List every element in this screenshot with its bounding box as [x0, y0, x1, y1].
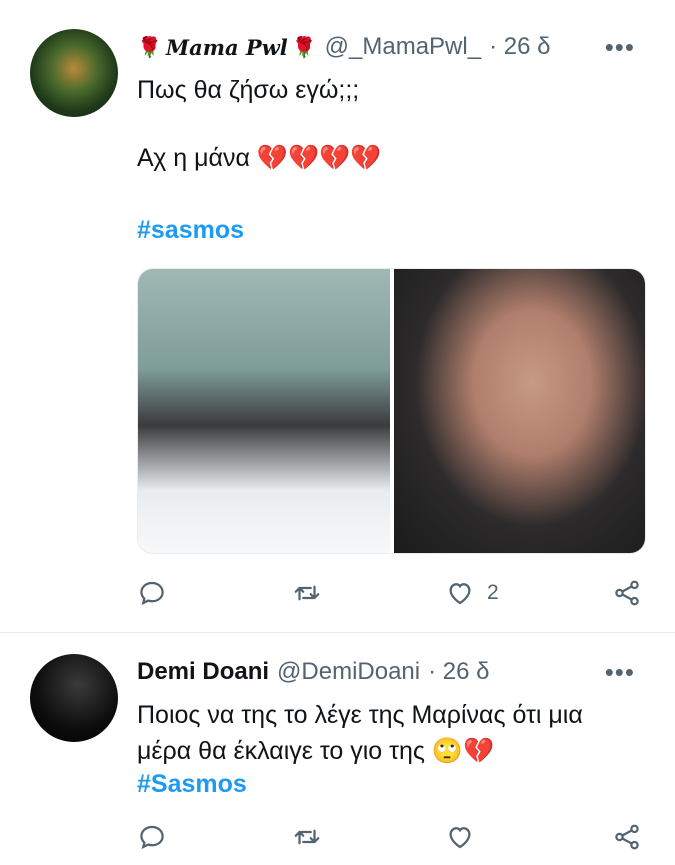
media-image-2[interactable]: [393, 269, 645, 553]
tweet-text-line-2: μέρα θα έκλαιγε το γιο της 🙄💔: [137, 737, 495, 765]
retweet-button[interactable]: [292, 578, 334, 608]
tweet-2[interactable]: Demi Doani @DemiDoani · 26 δ ••• Ποιος ν…: [0, 0, 675, 850]
retweet-icon: [294, 829, 320, 845]
reply-button[interactable]: [137, 578, 179, 608]
tweet-actions: 2: [137, 578, 647, 610]
share-icon: [615, 824, 639, 850]
heart-icon: [449, 827, 471, 849]
media-image-1[interactable]: [138, 269, 390, 553]
like-button[interactable]: [445, 822, 487, 852]
display-name[interactable]: Demi Doani: [137, 658, 269, 686]
reply-button[interactable]: [137, 822, 179, 852]
timestamp[interactable]: · 26 δ: [428, 658, 489, 686]
more-options-icon[interactable]: •••: [605, 657, 635, 688]
heart-icon: [449, 583, 471, 605]
like-count: 2: [487, 581, 499, 604]
share-icon: [615, 580, 639, 606]
avatar[interactable]: [30, 654, 118, 742]
like-button[interactable]: 2: [445, 578, 499, 608]
user-handle[interactable]: @DemiDoani: [277, 658, 420, 686]
share-button[interactable]: [612, 578, 654, 608]
reply-icon: [140, 581, 164, 606]
reply-icon: [140, 825, 164, 850]
share-button[interactable]: [612, 822, 654, 852]
tweet-text-line-1: Ποιος να της το λέγε της Μαρίνας ότι μια: [137, 701, 583, 729]
tweet-media[interactable]: [137, 268, 646, 554]
retweet-icon: [294, 585, 320, 601]
hashtag-link[interactable]: #Sasmos: [137, 766, 247, 802]
retweet-button[interactable]: [292, 822, 334, 852]
tweet-actions: [137, 822, 647, 854]
tweet-header: Demi Doani @DemiDoani · 26 δ: [137, 658, 490, 686]
